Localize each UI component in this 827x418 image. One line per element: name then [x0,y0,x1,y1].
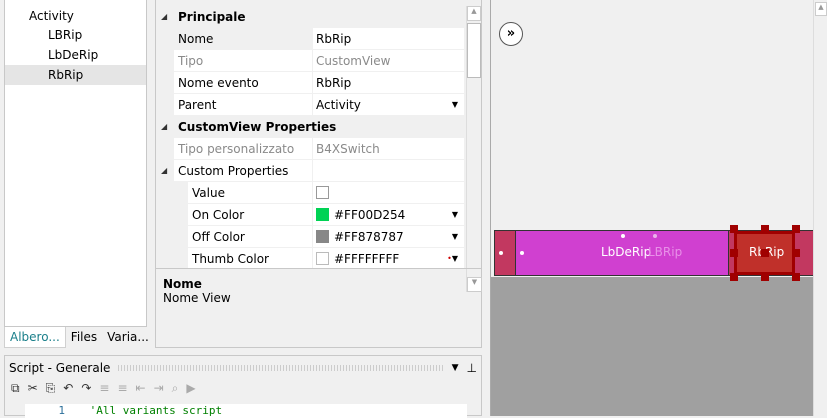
collapse-icon[interactable]: ◢ [161,160,167,182]
pin-icon[interactable]: ⊥ [467,361,477,375]
tab-albero[interactable]: Albero... [4,327,66,348]
search-icon[interactable]: ⌕ [172,381,179,396]
tab-files[interactable]: Files [66,327,102,348]
prop-row-thumb-color[interactable]: Thumb Color #FFFFFFFF •▼ [157,248,465,270]
prop-value[interactable]: #FF878787 [334,230,404,244]
paste-icon[interactable]: ⎘ [46,381,56,396]
undo-icon[interactable]: ↶ [63,381,73,396]
script-panel-title: Script - Generale [9,361,111,375]
dropdown-arrow-icon[interactable]: ▼ [452,226,458,248]
code-line[interactable]: 'All variants script [90,404,222,417]
indent-icon[interactable]: ⇥ [154,381,164,396]
cut-icon[interactable]: ✂ [28,381,38,396]
script-toolbar: ⧉ ✂ ⎘ ↶ ↷ ≡ ≡ ⇤ ⇥ ⌕ ▶ [11,381,196,396]
canvas-background [491,277,814,416]
dropdown-arrow-icon[interactable]: ▼ [452,204,458,226]
prop-label: Off Color [188,226,312,247]
description-title: Nome [163,277,202,291]
color-swatch [316,252,329,265]
tree-item-rbrip[interactable]: RbRip [5,65,146,85]
run-icon[interactable]: ▶ [186,381,195,396]
category-principale: Principale [174,6,312,27]
property-scrollbar[interactable]: ▲ ▼ [466,6,482,292]
property-description: Nome Nome View [156,268,481,348]
prop-row-parent[interactable]: Parent Activity ▼ [157,94,465,116]
prop-label: Tipo personalizzato [174,138,312,159]
prop-value: B4XSwitch [312,138,464,159]
lbrip-text: LBRip [648,245,683,259]
expand-icon[interactable]: » [499,22,523,46]
prop-label: Tipo [174,50,312,71]
views-tree: Activity LBRip LbDeRip RbRip [4,0,147,327]
outdent-icon[interactable]: ⇤ [136,381,146,396]
prop-row-on-color[interactable]: On Color #FF00D254 ▼ [157,204,465,226]
script-panel: Script - Generale ▼ ⊥ ⧉ ✂ ⎘ ↶ ↷ ≡ ≡ ⇤ ⇥ ⌕ ▶ 1 'All… [4,355,482,418]
collapse-icon[interactable]: ◢ [161,116,167,138]
category-custom-properties: Custom Properties [174,160,312,181]
prop-row-value[interactable]: Value [157,182,465,204]
category-customview: CustomView Properties [174,116,464,137]
lbderip-label[interactable]: LbDeRip LBRip [515,231,729,275]
tree-item-activity[interactable]: Activity [5,6,146,26]
designer-canvas[interactable]: » LbDeRip LBRip RbRip [490,0,814,416]
prop-value[interactable]: Activity [316,98,361,112]
prop-row-nome[interactable]: Nome RbRip [157,28,465,50]
prop-row-tipo-personalizzato: Tipo personalizzato B4XSwitch [157,138,465,160]
prop-value: CustomView [312,50,464,71]
dropdown-arrow-icon[interactable]: ▼ [452,94,458,116]
tree-item-lbrip[interactable]: LBRip [5,25,146,45]
prop-label: Thumb Color [188,248,312,269]
comment-icon[interactable]: ≡ [99,381,109,396]
prop-label: Parent [174,94,312,115]
prop-value[interactable]: #FF00D254 [334,208,405,222]
lbderip-text: LbDeRip [601,245,652,259]
prop-value[interactable]: RbRip [312,72,464,93]
copy-icon[interactable]: ⧉ [11,381,20,396]
value-checkbox[interactable] [316,186,329,199]
prop-label: On Color [188,204,312,225]
prop-row-tipo: Tipo CustomView [157,50,465,72]
switch-view[interactable]: LbDeRip LBRip RbRip [494,225,814,281]
prop-row-off-color[interactable]: Off Color #FF878787 ▼ [157,226,465,248]
color-swatch [316,208,329,221]
prop-row-nome-evento[interactable]: Nome evento RbRip [157,72,465,94]
prop-label: Nome [174,28,312,49]
prop-label: Nome evento [174,72,312,93]
uncomment-icon[interactable]: ≡ [117,381,127,396]
left-tabs: Albero... Files Varia... [4,327,149,348]
tree-item-lbderip[interactable]: LbDeRip [5,45,146,65]
redo-icon[interactable]: ↷ [81,381,91,396]
dropdown-arrow-icon[interactable]: •▼ [447,248,458,270]
designer-scrollbar[interactable]: ▲ [813,0,827,416]
description-text: Nome View [163,291,231,305]
tab-variants[interactable]: Varia... [102,327,154,348]
panel-menu-icon[interactable]: ▼ [452,363,459,373]
property-grid: ◢ Principale Nome RbRip Tipo CustomView Nom… [155,0,482,348]
prop-value[interactable]: #FFFFFFFF [334,252,399,266]
color-swatch [316,230,329,243]
collapse-icon[interactable]: ◢ [161,6,167,28]
prop-value[interactable]: RbRip [312,28,464,49]
prop-label: Value [188,182,312,203]
scroll-up-icon[interactable]: ▲ [815,2,827,16]
